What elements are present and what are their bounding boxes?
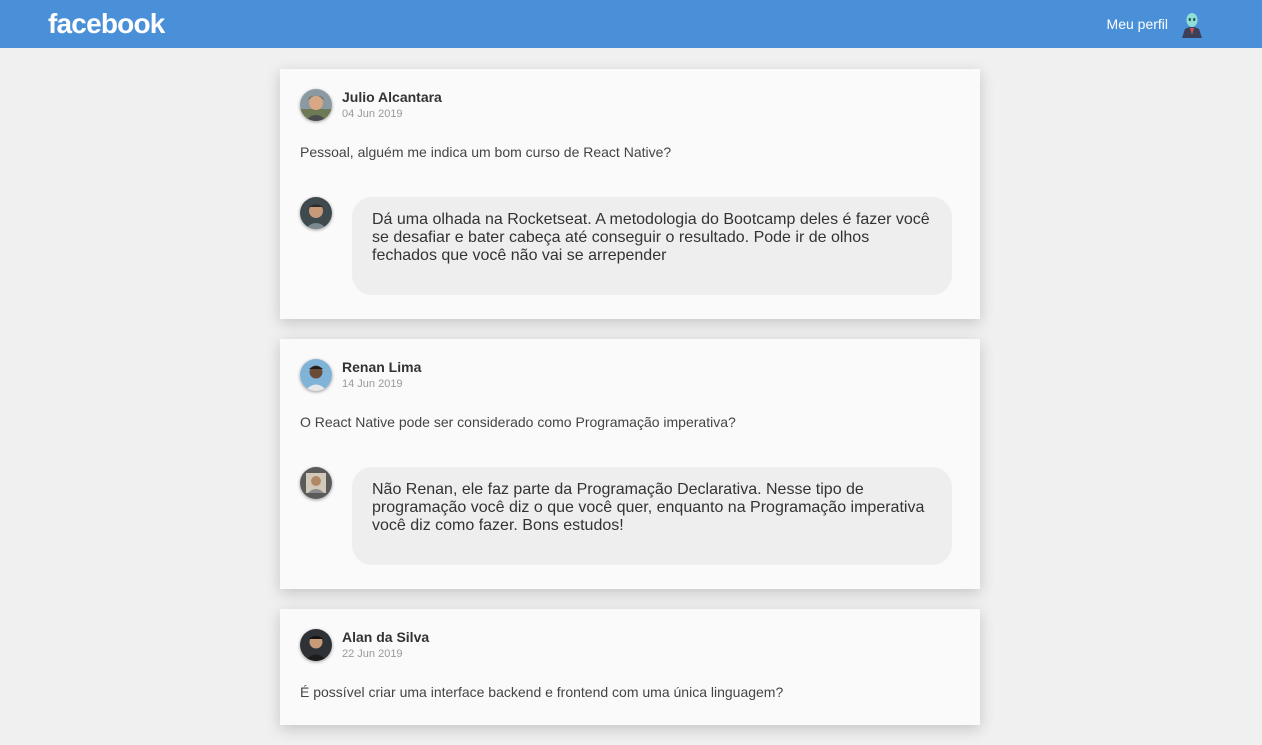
- comment: Não Renan, ele faz parte da Programação …: [300, 467, 952, 565]
- post-date: 22 Jun 2019: [342, 648, 403, 660]
- post-header: Julio Alcantara 04 Jun 2019: [300, 89, 952, 121]
- post-date: 14 Jun 2019: [342, 378, 403, 390]
- post-header: Renan Lima 14 Jun 2019: [300, 359, 952, 391]
- author-avatar[interactable]: [300, 359, 332, 391]
- post-card: Julio Alcantara 04 Jun 2019 Pessoal, alg…: [280, 69, 980, 319]
- profile-label[interactable]: Meu perfil: [1107, 16, 1168, 32]
- avatar-photo-icon: [300, 197, 332, 229]
- post-card: Renan Lima 14 Jun 2019 O React Native po…: [280, 339, 980, 589]
- profile-link[interactable]: Meu perfil: [1107, 8, 1206, 40]
- top-bar: facebook Meu perfil: [0, 0, 1262, 48]
- post-content: O React Native pode ser considerado como…: [300, 414, 736, 430]
- comment-bubble: Dá uma olhada na Rocketseat. A metodolog…: [352, 197, 952, 295]
- avatar-photo-icon: [300, 467, 332, 499]
- post-content: Pessoal, alguém me indica um bom curso d…: [300, 144, 672, 160]
- comment: Dá uma olhada na Rocketseat. A metodolog…: [300, 197, 952, 295]
- commenter-avatar[interactable]: [300, 197, 332, 229]
- avatar-photo-icon: [300, 89, 332, 121]
- author-avatar[interactable]: [300, 89, 332, 121]
- avatar-photo-icon: [300, 359, 332, 391]
- author-avatar[interactable]: [300, 629, 332, 661]
- commenter-avatar[interactable]: [300, 467, 332, 499]
- post-date: 04 Jun 2019: [342, 108, 403, 120]
- author-name[interactable]: Renan Lima: [342, 359, 421, 376]
- author-name[interactable]: Alan da Silva: [342, 629, 429, 646]
- post-header: Alan da Silva 22 Jun 2019: [300, 629, 952, 661]
- profile-avatar-icon[interactable]: [1178, 10, 1206, 38]
- comment-bubble: Não Renan, ele faz parte da Programação …: [352, 467, 952, 565]
- avatar-photo-icon: [300, 629, 332, 661]
- author-name[interactable]: Julio Alcantara: [342, 89, 442, 106]
- facebook-logo[interactable]: facebook: [48, 6, 165, 42]
- post-content: É possível criar uma interface backend e…: [300, 684, 784, 700]
- feed: Julio Alcantara 04 Jun 2019 Pessoal, alg…: [280, 69, 980, 745]
- post-card: Alan da Silva 22 Jun 2019 É possível cri…: [280, 609, 980, 725]
